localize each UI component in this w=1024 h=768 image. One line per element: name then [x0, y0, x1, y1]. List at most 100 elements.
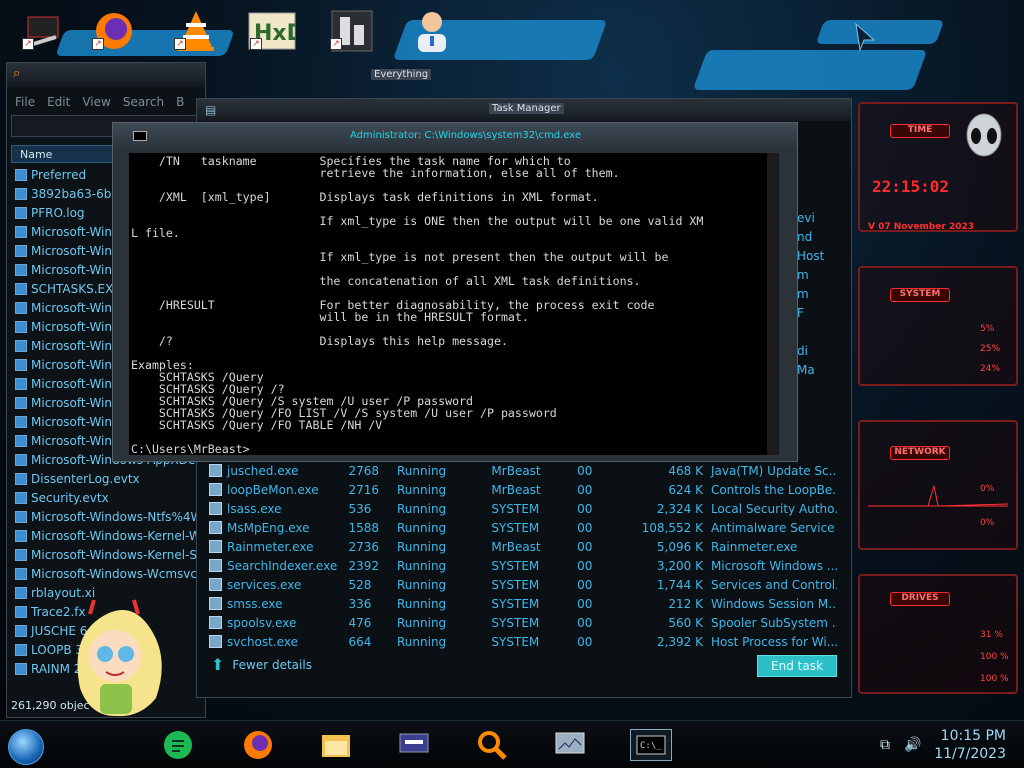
description-fragment: F	[797, 306, 804, 320]
file-icon	[15, 377, 27, 390]
end-task-button[interactable]: End task	[757, 655, 837, 677]
file-list-item[interactable]: DissenterLog.evtx	[11, 469, 201, 488]
process-mem: 1,744 K	[656, 577, 703, 592]
task-manager-titlebar[interactable]: ▤ Task Manager	[197, 99, 851, 121]
process-cpu: 00	[577, 501, 593, 516]
monitor-icon[interactable]	[554, 729, 586, 761]
process-cpu: 00	[577, 520, 593, 535]
description-fragment: Host	[797, 249, 825, 263]
process-table[interactable]: jusched.exe 2768 Running MrBeast 00 468 K Java…	[205, 461, 837, 651]
firefox-icon[interactable]	[242, 729, 274, 761]
rm-drives-section: DRIVES 31 % 100 % 100 %	[858, 574, 1018, 694]
file-list-item[interactable]: Microsoft-Windows-Wcmsvc%4	[11, 564, 201, 583]
file-list-item[interactable]: Security.evtx	[11, 488, 201, 507]
process-user: SYSTEM	[491, 615, 540, 630]
description-fragment: nd	[797, 230, 813, 244]
menu-edit[interactable]: Edit	[47, 95, 70, 109]
cmd-title: Administrator: C:\Windows\system32\cmd.e…	[350, 130, 582, 141]
file-name: PFRO.log	[31, 205, 85, 220]
process-cpu: 00	[577, 463, 593, 478]
start-button[interactable]	[8, 729, 44, 765]
file-icon	[15, 624, 27, 637]
process-icon	[209, 482, 222, 496]
cmd-titlebar[interactable]: Administrator: C:\Windows\system32\cmd.e…	[113, 123, 797, 149]
rdp-icon[interactable]	[398, 729, 430, 761]
rm-drive-e: 100 %	[980, 674, 1009, 684]
taskbar-date: 11/7/2023	[934, 746, 1006, 762]
cmd-scrollbar[interactable]	[767, 153, 779, 455]
process-row[interactable]: Rainmeter.exe 2736 Running MrBeast 00 5,096 K…	[205, 537, 837, 556]
menu-search[interactable]: Search	[123, 95, 164, 109]
process-desc: Host Process for Wi...	[710, 634, 837, 649]
process-row[interactable]: jusched.exe 2768 Running MrBeast 00 468 K Java…	[205, 461, 837, 480]
process-user: SYSTEM	[491, 520, 540, 535]
menu-view[interactable]: View	[82, 95, 110, 109]
process-name: jusched.exe	[205, 461, 345, 480]
notes-icon[interactable]	[162, 729, 194, 761]
process-name-text: svchost.exe	[227, 634, 298, 649]
process-row[interactable]: lsass.exe 536 Running SYSTEM 00 2,324 K Local …	[205, 499, 837, 518]
network-tray-icon[interactable]: ⧉	[880, 737, 890, 753]
process-name: smss.exe	[205, 594, 345, 613]
process-row[interactable]: MsMpEng.exe 1588 Running SYSTEM 00 108,552 K A…	[205, 518, 837, 537]
file-icon	[15, 605, 27, 618]
svg-text:C:\_: C:\_	[640, 741, 662, 751]
everything-menubar: File Edit View Search B	[15, 95, 184, 109]
vlc-icon[interactable]: ↗	[170, 6, 222, 56]
rm-network-section: NETWORK 0% 0%	[858, 420, 1018, 550]
process-pid: 2716	[348, 482, 380, 497]
process-user: MrBeast	[491, 539, 541, 554]
file-icon	[15, 529, 27, 542]
process-row[interactable]: smss.exe 336 Running SYSTEM 00 212 K Windows S…	[205, 594, 837, 613]
file-icon	[15, 225, 27, 238]
explorer-icon[interactable]	[320, 729, 352, 761]
file-list-item[interactable]: Microsoft-Windows-Kernel-Shin	[11, 545, 201, 564]
file-icon	[15, 643, 27, 656]
process-name: loopBeMon.exe	[205, 480, 345, 499]
firefox-icon[interactable]: ↗	[88, 6, 140, 56]
cmd-icon[interactable]: C:\_	[630, 729, 672, 761]
process-status: Running	[397, 634, 447, 649]
process-name-text: Rainmeter.exe	[227, 539, 314, 554]
cmd-window[interactable]: Administrator: C:\Windows\system32\cmd.e…	[112, 122, 798, 462]
process-pid: 536	[348, 501, 372, 516]
doctor-icon[interactable]	[406, 6, 458, 56]
everything-titlebar[interactable]: ⌕ Everything	[7, 63, 432, 87]
process-status: Running	[397, 501, 447, 516]
process-row[interactable]: SearchIndexer.exe 2392 Running SYSTEM 00 3,20…	[205, 556, 837, 575]
file-icon	[15, 396, 27, 409]
recycle-icon[interactable]: ↗	[326, 6, 378, 56]
process-name-text: spoolsv.exe	[227, 615, 297, 630]
process-pid: 664	[348, 634, 372, 649]
process-cpu: 00	[577, 558, 593, 573]
process-row[interactable]: loopBeMon.exe 2716 Running MrBeast 00 624 K Co…	[205, 480, 837, 499]
file-list-item[interactable]: Microsoft-Windows-Ntfs%4WH	[11, 507, 201, 526]
process-desc: Controls the LoopBe...	[710, 482, 837, 497]
fewer-details-label: Fewer details	[232, 657, 312, 672]
rm-system-label: SYSTEM	[890, 288, 950, 302]
alien-icon	[966, 113, 1002, 157]
hxd-icon[interactable]: HxD ↗	[246, 6, 298, 56]
process-row[interactable]: svchost.exe 664 Running SYSTEM 00 2,392 K Host…	[205, 632, 837, 651]
process-row[interactable]: spoolsv.exe 476 Running SYSTEM 00 560 K Spoole…	[205, 613, 837, 632]
volume-tray-icon[interactable]: 🔊	[904, 737, 921, 753]
process-icon	[209, 634, 222, 648]
description-column-partial: evi nd Host m m Fdi Ma	[797, 211, 833, 458]
menu-file[interactable]: File	[15, 95, 35, 109]
cmd-console[interactable]: /TN taskname Specifies the task name for…	[129, 153, 779, 455]
file-icon	[15, 586, 27, 599]
rm-drive-d: 100 %	[980, 652, 1009, 662]
file-name: Microsoft-Wind	[31, 376, 120, 391]
file-list-item[interactable]: Microsoft-Windows-Kernel-WH	[11, 526, 201, 545]
tools-icon[interactable]: ↗	[18, 6, 70, 56]
description-fragment	[797, 325, 833, 344]
process-desc: Rainmeter.exe	[710, 539, 798, 554]
search-icon[interactable]	[476, 729, 508, 761]
menu-bookmarks[interactable]: B	[176, 95, 184, 109]
taskbar-time: 10:15 PM	[940, 728, 1006, 744]
taskbar-clock[interactable]: 10:15 PM 11/7/2023	[934, 727, 1006, 763]
fewer-details-link[interactable]: ⬆ Fewer details	[211, 655, 312, 674]
process-cpu: 00	[577, 634, 593, 649]
process-name-text: MsMpEng.exe	[227, 520, 310, 535]
process-row[interactable]: services.exe 528 Running SYSTEM 00 1,744 K Ser…	[205, 575, 837, 594]
